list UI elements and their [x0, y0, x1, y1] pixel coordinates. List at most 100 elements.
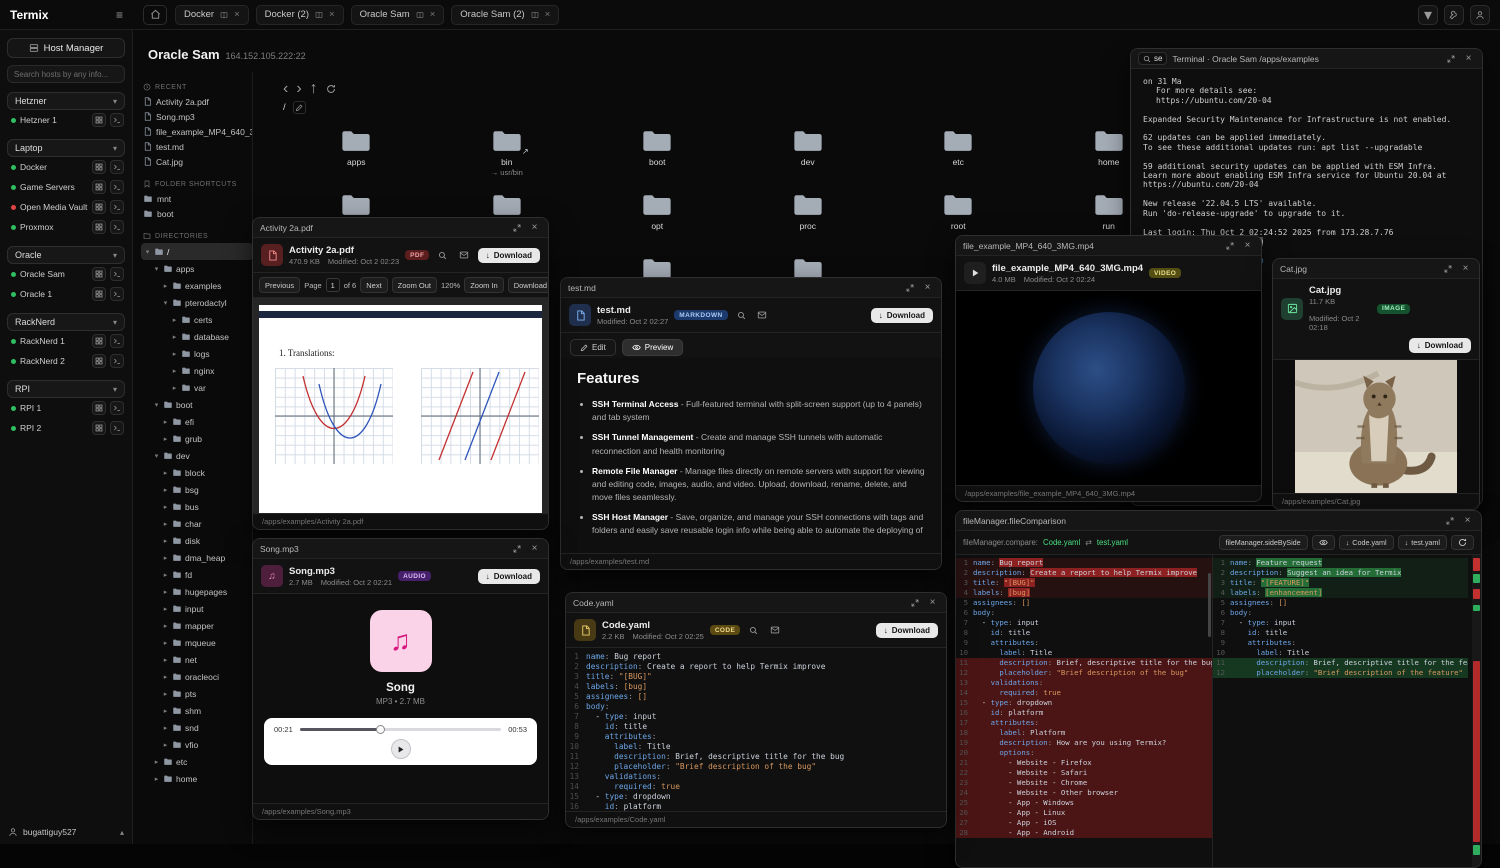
tree-item-vfio[interactable]: ▸vfio — [141, 736, 253, 753]
caret-icon[interactable]: ▸ — [171, 316, 178, 324]
expand-icon[interactable] — [903, 281, 916, 294]
scrollbar[interactable] — [1208, 573, 1211, 637]
grid-folder-bin[interactable]: ↗bin→ usr/bin — [432, 124, 583, 188]
host-item-racknerd-1[interactable]: RackNerd 1 — [7, 331, 125, 351]
close-icon[interactable]: × — [528, 542, 541, 555]
recent-item-file-example-mp4-640-3mg[interactable]: file_example_MP4_640_3MG... — [141, 124, 253, 139]
menu-icon[interactable]: ≡ — [116, 8, 123, 22]
image-titlebar[interactable]: Cat.jpg × — [1273, 259, 1479, 279]
host-apps-button[interactable] — [92, 180, 106, 194]
markdown-preview[interactable]: Features SSH Terminal Access - Full-feat… — [561, 358, 941, 553]
shortcut-item-mnt[interactable]: mnt — [141, 191, 253, 206]
tree-item-pts[interactable]: ▸pts — [141, 685, 253, 702]
host-terminal-button[interactable] — [110, 401, 124, 415]
close-tab-icon[interactable]: × — [329, 9, 335, 20]
host-terminal-button[interactable] — [110, 354, 124, 368]
recent-item-cat-jpg[interactable]: Cat.jpg — [141, 154, 253, 169]
tree-item-oracleoci[interactable]: ▸oracleoci — [141, 668, 253, 685]
diff-minimap[interactable] — [1472, 555, 1481, 867]
tree-item-home[interactable]: ▸home — [141, 770, 253, 787]
caret-icon[interactable]: ▸ — [162, 503, 169, 511]
caret-icon[interactable]: ▸ — [162, 520, 169, 528]
tree-item-shm[interactable]: ▸shm — [141, 702, 253, 719]
toggle-visibility-button[interactable] — [1312, 535, 1335, 550]
host-search-input[interactable] — [7, 65, 125, 83]
host-apps-button[interactable] — [92, 334, 106, 348]
close-icon[interactable]: × — [926, 596, 939, 609]
tree-item-input[interactable]: ▸input — [141, 600, 253, 617]
wrench-icon[interactable] — [1444, 5, 1464, 25]
page-number-input[interactable]: 1 — [326, 278, 340, 292]
terminal-titlebar[interactable]: se Terminal · Oracle Sam /apps/examples … — [1131, 49, 1482, 69]
pdf-titlebar[interactable]: Activity 2a.pdf × — [253, 218, 548, 238]
tree-item-nginx[interactable]: ▸nginx — [141, 362, 253, 379]
swap-icon[interactable]: ⇄ — [1085, 538, 1092, 547]
tree-item-dev[interactable]: ▾dev — [141, 447, 253, 464]
close-tab-icon[interactable]: × — [234, 9, 240, 20]
close-icon[interactable]: × — [1461, 514, 1474, 527]
tree-item-hugepages[interactable]: ▸hugepages — [141, 583, 253, 600]
caret-icon[interactable]: ▸ — [162, 469, 169, 477]
host-item-hetzner-1[interactable]: Hetzner 1 — [7, 110, 125, 130]
recent-item-activity-2a-pdf[interactable]: Activity 2a.pdf — [141, 94, 253, 109]
audio-titlebar[interactable]: Song.mp3 × — [253, 539, 548, 559]
host-terminal-button[interactable] — [110, 220, 124, 234]
tree-item-certs[interactable]: ▸certs — [141, 311, 253, 328]
host-item-proxmox[interactable]: Proxmox — [7, 217, 125, 237]
zoom-in-button[interactable]: Zoom In — [464, 277, 504, 293]
close-icon[interactable]: × — [1459, 262, 1472, 275]
edit-tab[interactable]: Edit — [570, 339, 616, 356]
shortcut-item-boot[interactable]: boot — [141, 206, 253, 221]
up-button[interactable]: ↑ — [310, 80, 318, 98]
grid-folder-etc[interactable]: etc — [883, 124, 1034, 188]
tree-item-var[interactable]: ▸var — [141, 379, 253, 396]
envelope-icon[interactable] — [755, 308, 770, 323]
host-item-oracle-1[interactable]: Oracle 1 — [7, 284, 125, 304]
tree-item-fd[interactable]: ▸fd — [141, 566, 253, 583]
expand-icon[interactable] — [510, 542, 523, 555]
caret-icon[interactable]: ▸ — [153, 758, 160, 766]
previous-page-button[interactable]: Previous — [259, 277, 300, 293]
download-button[interactable]: ↓Download — [1409, 338, 1471, 353]
caret-icon[interactable]: ▸ — [162, 537, 169, 545]
tree-item-mapper[interactable]: ▸mapper — [141, 617, 253, 634]
search-icon[interactable] — [435, 248, 450, 263]
video-viewport[interactable] — [956, 291, 1261, 485]
host-terminal-button[interactable] — [110, 200, 124, 214]
host-apps-button[interactable] — [92, 401, 106, 415]
envelope-icon[interactable] — [767, 623, 782, 638]
video-titlebar[interactable]: file_example_MP4_640_3MG.mp4 × — [956, 236, 1261, 256]
tree-item-logs[interactable]: ▸logs — [141, 345, 253, 362]
close-icon[interactable]: × — [528, 221, 541, 234]
host-apps-button[interactable] — [92, 220, 106, 234]
zoom-out-button[interactable]: Zoom Out — [392, 277, 437, 293]
host-terminal-button[interactable] — [110, 421, 124, 435]
host-item-open-media-vault[interactable]: Open Media Vault — [7, 197, 125, 217]
host-terminal-button[interactable] — [110, 267, 124, 281]
caret-icon[interactable]: ▾ — [153, 265, 160, 273]
envelope-icon[interactable] — [456, 248, 471, 263]
expand-icon[interactable] — [510, 221, 523, 234]
edit-path-icon[interactable] — [293, 101, 306, 114]
host-apps-button[interactable] — [92, 160, 106, 174]
tree-item-pterodactyl[interactable]: ▾pterodactyl — [141, 294, 253, 311]
caret-icon[interactable]: ▸ — [162, 741, 169, 749]
tree-item-bus[interactable]: ▸bus — [141, 498, 253, 515]
user-icon[interactable] — [1470, 5, 1490, 25]
diff-body[interactable]: 1name: Bug report2description: Create a … — [956, 555, 1481, 867]
caret-icon[interactable]: ▸ — [162, 622, 169, 630]
open-right-file-button[interactable]: ↓test.yaml — [1398, 535, 1447, 550]
grid-folder-boot[interactable]: boot — [582, 124, 733, 188]
expand-icon[interactable] — [1443, 514, 1456, 527]
tree-item-boot[interactable]: ▾boot — [141, 396, 253, 413]
close-icon[interactable]: × — [921, 281, 934, 294]
markdown-titlebar[interactable]: test.md × — [561, 278, 941, 298]
forward-button[interactable]: › — [296, 80, 301, 98]
grid-folder-dev[interactable]: dev — [733, 124, 884, 188]
tree-item-block[interactable]: ▸block — [141, 464, 253, 481]
split-tab-icon[interactable] — [416, 11, 424, 19]
preview-tab[interactable]: Preview — [622, 339, 683, 356]
caret-icon[interactable]: ▸ — [162, 554, 169, 562]
tree-item-char[interactable]: ▸char — [141, 515, 253, 532]
tree-item-etc[interactable]: ▸etc — [141, 753, 253, 770]
